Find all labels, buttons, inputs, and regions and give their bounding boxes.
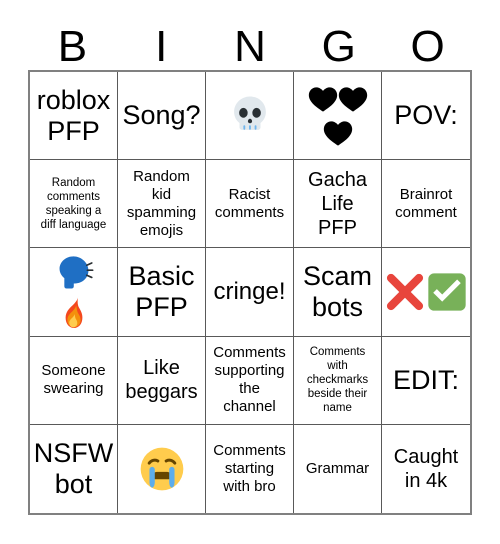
bingo-cell-g4[interactable]: Comments with checkmarks beside their na… [294, 336, 382, 425]
fire-icon [56, 294, 92, 330]
loudly-crying-face-icon [138, 445, 186, 493]
black-heart-icon-row-top [308, 84, 368, 114]
bingo-cell-n4[interactable]: Comments supporting the channel [206, 336, 294, 425]
bingo-cell-emoji-b3 [54, 253, 94, 330]
speaking-head-icon [54, 253, 94, 293]
bingo-cell-g5[interactable]: Grammar [294, 424, 382, 513]
bingo-cell-g2[interactable]: Gacha Life PFP [294, 160, 382, 249]
bingo-cell-label-g3: Scam bots [302, 260, 373, 322]
bingo-cell-label-g2: Gacha Life PFP [308, 168, 367, 239]
bingo-card: B I N G O roblox PFP Song? POV: Random comm… [0, 0, 500, 544]
bingo-cell-emoji-i5 [138, 445, 186, 493]
bingo-cell-o1[interactable]: POV: [382, 72, 470, 161]
bingo-cell-g3[interactable]: Scam bots [294, 248, 382, 337]
bingo-cell-label-b4: Someone swearing [41, 362, 106, 398]
bingo-cell-label-g5: Grammar [305, 459, 370, 477]
bingo-cell-o4[interactable]: EDIT: [382, 336, 470, 425]
bingo-cell-label-g4: Comments with checkmarks beside their na… [306, 346, 369, 415]
bingo-cell-b5[interactable]: NSFW bot [30, 424, 118, 513]
bingo-cell-b1[interactable]: roblox PFP [30, 72, 118, 161]
bingo-cell-i1[interactable]: Song? [118, 72, 206, 161]
bingo-cell-label-o2: Brainrot comment [395, 185, 457, 221]
bingo-cell-label-i4: Like beggars [125, 357, 198, 404]
bingo-cell-n2[interactable]: Racist comments [206, 160, 294, 249]
black-heart-icon-row-bottom [323, 118, 353, 148]
bingo-cell-label-b2: Random comments speaking a diff language [40, 176, 107, 231]
bingo-cell-emoji-g1 [308, 84, 368, 148]
bingo-cell-b2[interactable]: Random comments speaking a diff language [30, 160, 118, 249]
bingo-cell-label-n2: Racist comments [214, 185, 285, 221]
bingo-header-letter-n: N [234, 22, 266, 71]
bingo-cell-label-i1: Song? [122, 100, 201, 131]
bingo-cell-n5[interactable]: Comments starting with bro [206, 424, 294, 513]
bingo-cell-i5[interactable] [118, 424, 206, 513]
bingo-cell-b3[interactable] [30, 248, 118, 337]
bingo-header-letter-o: O [410, 22, 445, 71]
bingo-cell-o3[interactable] [382, 248, 470, 337]
bingo-cell-label-b1: roblox PFP [36, 84, 111, 146]
cross-mark-check-mark-icons [384, 271, 468, 313]
bingo-cell-label-i3: Basic PFP [128, 260, 195, 322]
bingo-cell-i2[interactable]: Random kid spamming emojis [118, 160, 206, 249]
bingo-cell-b4[interactable]: Someone swearing [30, 336, 118, 425]
check-mark-button-icon [426, 271, 468, 313]
bingo-cell-g1[interactable] [294, 72, 382, 161]
bingo-cell-label-n5: Comments starting with bro [213, 441, 286, 495]
bingo-grid: roblox PFP Song? POV: Random comments speak… [28, 70, 472, 515]
skull-icon [228, 94, 272, 138]
bingo-cell-emoji-o3 [384, 271, 468, 313]
bingo-header-letter-b: B [57, 22, 88, 71]
bingo-cell-n3[interactable]: cringe! [206, 248, 294, 337]
bingo-cell-label-o5: Caught in 4k [393, 445, 459, 492]
bingo-cell-label-o4: EDIT: [392, 364, 459, 395]
bingo-cell-n1[interactable] [206, 72, 294, 161]
bingo-cell-i3[interactable]: Basic PFP [118, 248, 206, 337]
bingo-cell-label-i2: Random kid spamming emojis [126, 167, 197, 239]
bingo-header-letter-g: G [321, 22, 356, 71]
bingo-header-row: B I N G O [28, 18, 472, 70]
bingo-header-letter-i: I [155, 22, 168, 71]
bingo-cell-i4[interactable]: Like beggars [118, 336, 206, 425]
cross-mark-icon [384, 271, 426, 313]
bingo-cell-label-n4: Comments supporting the channel [213, 344, 286, 416]
bingo-cell-o2[interactable]: Brainrot comment [382, 160, 470, 249]
bingo-cell-label-b5: NSFW bot [33, 437, 114, 499]
bingo-cell-emoji-n1 [228, 94, 272, 138]
bingo-cell-label-n3: cringe! [213, 277, 286, 305]
bingo-cell-label-o1: POV: [394, 100, 458, 131]
bingo-cell-o5[interactable]: Caught in 4k [382, 424, 470, 513]
